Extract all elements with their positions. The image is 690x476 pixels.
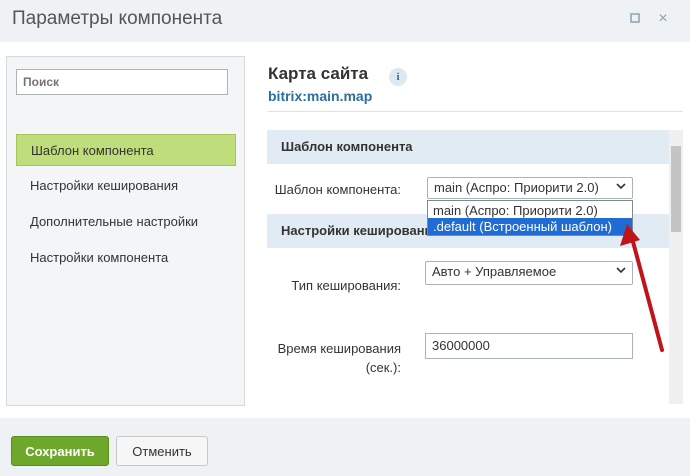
scrollbar-thumb[interactable] bbox=[671, 146, 681, 232]
cache-type-value: Авто + Управляемое bbox=[432, 264, 557, 279]
cancel-button[interactable]: Отменить bbox=[116, 436, 208, 466]
sidebar: Шаблон компонента Настройки кеширования … bbox=[6, 56, 245, 406]
dialog-titlebar: Параметры компонента × bbox=[0, 0, 690, 40]
settings-panel: Шаблон компонента Шаблон компонента: mai… bbox=[267, 130, 669, 404]
chevron-down-icon bbox=[616, 266, 626, 277]
chevron-down-icon bbox=[616, 182, 626, 193]
maximize-icon[interactable] bbox=[628, 12, 642, 26]
search-input[interactable] bbox=[16, 69, 228, 95]
panel-scrollbar[interactable] bbox=[669, 130, 683, 404]
sidebar-item-additional[interactable]: Дополнительные настройки bbox=[16, 206, 236, 238]
component-title: Карта сайта bbox=[268, 64, 369, 83]
cache-time-label: Время кеширования bbox=[277, 341, 401, 356]
cache-time-input[interactable]: 36000000 bbox=[425, 333, 633, 359]
dropdown-option[interactable]: main (Аспро: Приорити 2.0) bbox=[428, 202, 632, 219]
cache-type-label: Тип кеширования: bbox=[291, 278, 401, 293]
dropdown-option-highlighted[interactable]: .default (Встроенный шаблон) bbox=[428, 218, 632, 235]
header-divider bbox=[268, 111, 683, 112]
sidebar-item-component-settings[interactable]: Настройки компонента bbox=[16, 242, 236, 274]
cache-time-unit-label: (сек.): bbox=[365, 360, 401, 375]
template-dropdown-list: main (Аспро: Приорити 2.0) .default (Вст… bbox=[427, 200, 633, 236]
save-button[interactable]: Сохранить bbox=[11, 436, 109, 466]
component-code: bitrix:main.map bbox=[268, 88, 373, 104]
dialog-title: Параметры компонента bbox=[12, 8, 223, 29]
section-heading-template: Шаблон компонента bbox=[267, 130, 669, 164]
template-select-value: main (Аспро: Приорити 2.0) bbox=[434, 180, 599, 195]
sidebar-item-caching[interactable]: Настройки кеширования bbox=[16, 170, 236, 202]
info-icon[interactable]: i bbox=[389, 68, 407, 86]
cache-type-select[interactable]: Авто + Управляемое bbox=[425, 261, 633, 285]
template-field-label: Шаблон компонента: bbox=[274, 182, 401, 197]
sidebar-item-template[interactable]: Шаблон компонента bbox=[16, 134, 236, 166]
template-select[interactable]: main (Аспро: Приорити 2.0) bbox=[427, 177, 633, 199]
close-icon[interactable]: × bbox=[656, 11, 670, 27]
